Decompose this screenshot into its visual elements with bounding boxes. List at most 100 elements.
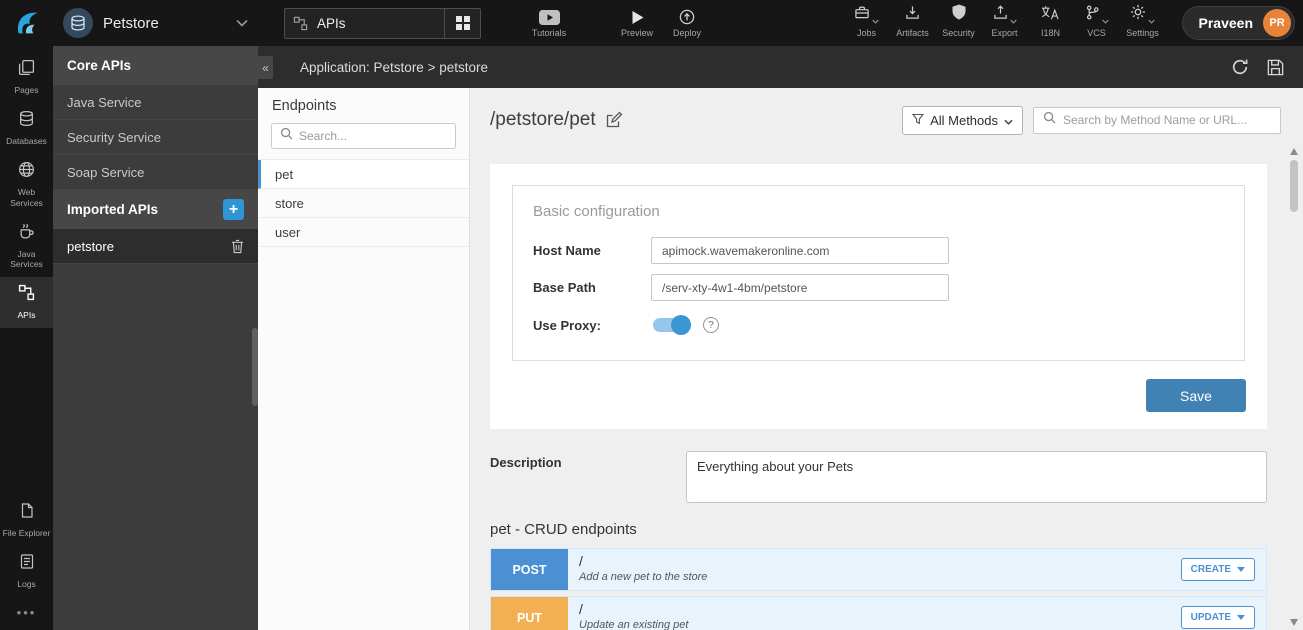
- scroll-up-icon[interactable]: [1290, 148, 1298, 155]
- grid-icon[interactable]: [444, 9, 480, 38]
- artifacts-button[interactable]: Artifacts: [890, 9, 936, 38]
- topbar-tools: Jobs Artifacts Security Export I18N VCS: [844, 9, 1166, 38]
- settings-button[interactable]: Settings: [1120, 9, 1166, 38]
- gear-icon: [1130, 4, 1146, 25]
- chevron-down-icon: [872, 19, 879, 24]
- method-search[interactable]: [1033, 107, 1281, 134]
- method-badge-put: PUT: [491, 597, 568, 630]
- method-badge-post: POST: [491, 549, 568, 590]
- refresh-icon[interactable]: [1230, 57, 1250, 77]
- host-name-input[interactable]: [651, 237, 949, 264]
- upload-icon: [993, 5, 1008, 25]
- rail-item-web-services[interactable]: Web Services: [0, 154, 53, 215]
- resource-type-label: APIs: [315, 16, 444, 31]
- globe-icon: [18, 161, 35, 183]
- endpoints-list: pet store user: [258, 159, 469, 247]
- play-icon: [631, 9, 644, 25]
- more-options-icon[interactable]: •••: [17, 597, 37, 630]
- scroll-down-icon[interactable]: [1290, 619, 1298, 626]
- sidebar-collapse-button[interactable]: «: [258, 56, 273, 79]
- config-card: Basic configuration Host Name Base Path …: [490, 164, 1267, 429]
- endpoints-search-input[interactable]: [299, 129, 447, 143]
- endpoints-title: Endpoints: [272, 98, 455, 114]
- jobs-button[interactable]: Jobs: [844, 9, 890, 38]
- endpoint-info: / Update an existing pet: [568, 597, 1181, 630]
- endpoint-item-pet[interactable]: pet: [258, 160, 469, 189]
- avatar: PR: [1263, 9, 1291, 37]
- breadcrumb-bar: Application: Petstore > petstore: [258, 46, 1303, 88]
- export-button[interactable]: Export: [982, 9, 1028, 38]
- main-content: Endpoints pet store user /petstore/pet: [258, 88, 1303, 630]
- chevron-down-icon: [1148, 19, 1155, 24]
- coffee-icon: [18, 223, 35, 245]
- endpoints-search[interactable]: [271, 123, 456, 149]
- create-action-button[interactable]: CREATE: [1181, 558, 1255, 581]
- endpoint-description: Add a new pet to the store: [579, 571, 1181, 583]
- tutorials-button[interactable]: Tutorials: [527, 9, 571, 38]
- resource-type-select[interactable]: APIs: [284, 8, 481, 39]
- database-icon: [18, 110, 35, 132]
- pages-icon: [18, 59, 35, 81]
- project-selector[interactable]: Petstore: [53, 8, 258, 38]
- preview-button[interactable]: Preview: [615, 9, 659, 38]
- imported-apis-header[interactable]: Imported APIs +: [53, 190, 258, 229]
- file-icon: [19, 502, 35, 524]
- sidebar-item-soap-service[interactable]: Soap Service: [53, 155, 258, 190]
- deploy-icon: [679, 9, 695, 25]
- rail-item-pages[interactable]: Pages: [0, 52, 53, 103]
- endpoint-item-user[interactable]: user: [258, 218, 469, 247]
- base-path-label: Base Path: [533, 280, 651, 295]
- rail-item-apis[interactable]: APIs: [0, 277, 53, 328]
- trash-icon[interactable]: [231, 239, 244, 254]
- scrollbar-thumb[interactable]: [1290, 160, 1298, 212]
- sidebar-item-java-service[interactable]: Java Service: [53, 85, 258, 120]
- user-menu[interactable]: Praveen PR: [1182, 6, 1295, 40]
- left-rail: Pages Databases Web Services Java Servic…: [0, 46, 53, 630]
- basic-configuration-title: Basic configuration: [533, 203, 1224, 220]
- core-apis-header[interactable]: Core APIs: [53, 46, 258, 85]
- endpoint-row-post[interactable]: POST / Add a new pet to the store CREATE: [490, 548, 1267, 591]
- wavemaker-logo-icon[interactable]: [0, 0, 53, 46]
- chevron-down-icon: [1004, 113, 1013, 128]
- api-icon: [18, 284, 35, 306]
- update-action-button[interactable]: UPDATE: [1181, 606, 1255, 629]
- youtube-icon: [539, 9, 560, 25]
- endpoint-detail: /petstore/pet All Methods: [470, 88, 1303, 630]
- search-icon: [1043, 111, 1056, 129]
- use-proxy-toggle[interactable]: [653, 318, 687, 332]
- security-button[interactable]: Security: [936, 9, 982, 38]
- vcs-button[interactable]: VCS: [1074, 9, 1120, 38]
- description-section: Description Everything about your Pets: [490, 451, 1281, 503]
- rail-item-logs[interactable]: Logs: [0, 546, 53, 597]
- save-project-icon[interactable]: [1266, 58, 1285, 77]
- method-search-input[interactable]: [1063, 113, 1271, 127]
- base-path-input[interactable]: [651, 274, 949, 301]
- methods-filter-select[interactable]: All Methods: [902, 106, 1023, 135]
- i18n-button[interactable]: I18N: [1028, 9, 1074, 38]
- search-icon: [280, 127, 293, 145]
- save-button[interactable]: Save: [1146, 379, 1246, 412]
- endpoint-item-store[interactable]: store: [258, 189, 469, 218]
- rail-item-databases[interactable]: Databases: [0, 103, 53, 154]
- sidebar-item-security-service[interactable]: Security Service: [53, 120, 258, 155]
- core-apis-title: Core APIs: [67, 58, 131, 73]
- shield-icon: [952, 4, 966, 25]
- add-api-button[interactable]: +: [223, 199, 244, 220]
- sidebar-item-petstore[interactable]: petstore: [53, 229, 258, 264]
- deploy-button[interactable]: Deploy: [665, 9, 709, 38]
- rail-item-file-explorer[interactable]: File Explorer: [0, 495, 53, 546]
- help-icon[interactable]: ?: [703, 317, 719, 333]
- chevron-down-icon: [236, 19, 248, 27]
- endpoints-panel: Endpoints pet store user: [258, 88, 470, 630]
- rail-item-java-services[interactable]: Java Services: [0, 216, 53, 277]
- endpoint-path: /: [579, 601, 1181, 617]
- description-textarea[interactable]: Everything about your Pets: [686, 451, 1267, 503]
- host-name-label: Host Name: [533, 243, 651, 258]
- download-icon: [905, 5, 920, 25]
- use-proxy-label: Use Proxy:: [533, 318, 651, 333]
- endpoint-row-put[interactable]: PUT / Update an existing pet UPDATE: [490, 596, 1267, 630]
- logs-icon: [19, 553, 35, 575]
- edit-icon[interactable]: [605, 111, 623, 129]
- main-scrollbar[interactable]: [1289, 146, 1300, 628]
- wavemaker-studio: Petstore APIs Tutorials Preview: [0, 0, 1303, 630]
